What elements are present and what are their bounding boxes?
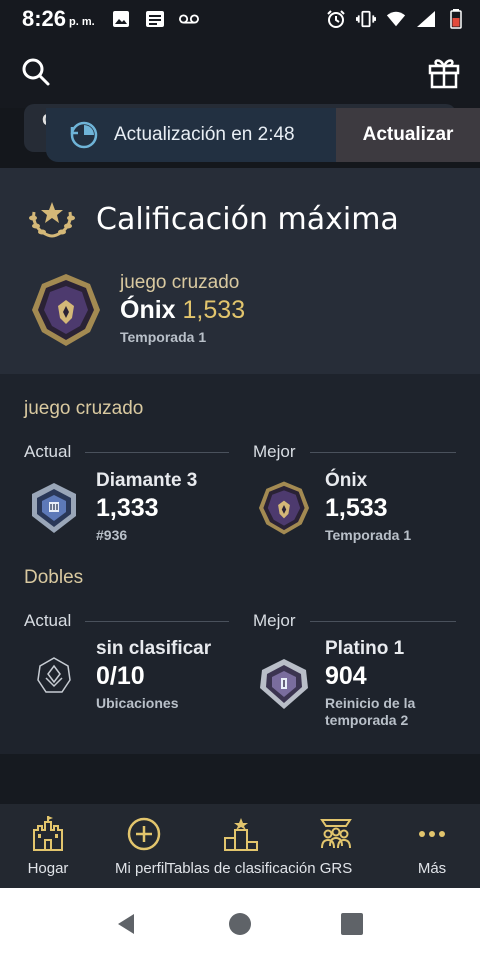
status-ampm: p. m.: [69, 16, 95, 28]
divider: [309, 620, 456, 622]
news-icon: [145, 10, 165, 28]
platinum-rank-emblem: [256, 656, 312, 712]
best-rating: 1,533: [325, 494, 388, 522]
best-label: Mejor: [253, 611, 296, 630]
recents-icon[interactable]: [340, 912, 364, 936]
alarm-icon: [326, 10, 346, 28]
status-time: 8:26: [22, 6, 67, 31]
signal-icon: [416, 10, 436, 28]
home-icon[interactable]: [228, 912, 252, 936]
peak-season: Temporada 1: [120, 329, 207, 345]
playlist-title: juego cruzado: [24, 398, 144, 419]
nav-home-label: Hogar: [27, 860, 69, 877]
best-season: Reinicio de la temporada 2: [325, 695, 416, 728]
update-countdown: Actualización en 2:48: [114, 124, 295, 145]
current-position: #936: [96, 527, 128, 543]
nav-home[interactable]: Hogar: [18, 814, 78, 877]
peak-rank: Ónix: [120, 296, 176, 324]
laurel-star-icon: [26, 196, 78, 242]
current-label: Actual: [24, 442, 72, 461]
vibrate-icon: [356, 10, 376, 28]
ranked-stats: juego cruzado Actual Mejor Diamante 3 1,…: [0, 374, 480, 754]
current-rating: 1,333: [96, 494, 159, 522]
status-bar: 8:26 p. m.: [0, 0, 480, 38]
best-rank: Platino 1: [325, 638, 405, 659]
divider: [85, 451, 230, 453]
peak-playlist: juego cruzado: [120, 272, 240, 293]
best-rank: Ónix: [325, 470, 368, 491]
battery-icon: [446, 9, 466, 29]
diamond-rank-emblem: [26, 480, 82, 536]
system-nav-bar: [0, 888, 480, 960]
best-rating: 904: [325, 662, 367, 690]
nav-leaderboards-label: Tablas de clasificación: [166, 860, 316, 877]
current-placements-label: Ubicaciones: [96, 695, 179, 711]
peak-title: Calificación máxima: [96, 201, 399, 237]
divider: [309, 451, 456, 453]
wifi-icon: [386, 10, 406, 28]
unranked-emblem: [26, 648, 82, 704]
best-label: Mejor: [253, 442, 296, 461]
spacer: [0, 754, 480, 804]
onyx-rank-emblem: [28, 272, 104, 348]
more-icon: [412, 814, 452, 854]
nav-grs-label: GRS: [319, 860, 353, 877]
bottom-nav: Hogar Mi perfil Tablas de clasificación …: [0, 804, 480, 888]
update-banner: Actualización en 2:48 Actualizar: [46, 108, 480, 162]
update-status: Actualización en 2:48: [46, 108, 336, 162]
castle-icon: [28, 814, 68, 854]
playlist-title: Dobles: [24, 567, 84, 588]
divider: [85, 620, 230, 622]
search-icon[interactable]: [20, 56, 52, 88]
group-icon: [316, 814, 356, 854]
peak-rating-card: Calificación máxima juego cruzado Ónix 1…: [0, 168, 480, 374]
back-icon[interactable]: [114, 912, 138, 936]
image-icon: [111, 10, 131, 28]
current-label: Actual: [24, 611, 72, 630]
gift-icon[interactable]: [426, 54, 462, 90]
plus-circle-icon: [124, 814, 164, 854]
voicemail-icon: [178, 10, 199, 28]
current-rank: sin clasificar: [96, 638, 212, 659]
nav-more-label: Más: [417, 860, 447, 877]
current-rank: Diamante 3: [96, 470, 198, 491]
nav-more[interactable]: Más: [404, 814, 460, 877]
best-season: Temporada 1: [325, 527, 412, 543]
podium-icon: [221, 814, 261, 854]
app-bar: [0, 38, 480, 108]
nav-grs[interactable]: GRS: [316, 814, 356, 877]
nav-leaderboards[interactable]: Tablas de clasificación: [165, 814, 317, 877]
update-button[interactable]: Actualizar: [336, 108, 480, 162]
onyx-rank-emblem: [256, 480, 312, 536]
timer-refresh-icon: [68, 119, 100, 151]
current-placements: 0/10: [96, 662, 145, 690]
peak-rating: 1,533: [182, 296, 246, 324]
